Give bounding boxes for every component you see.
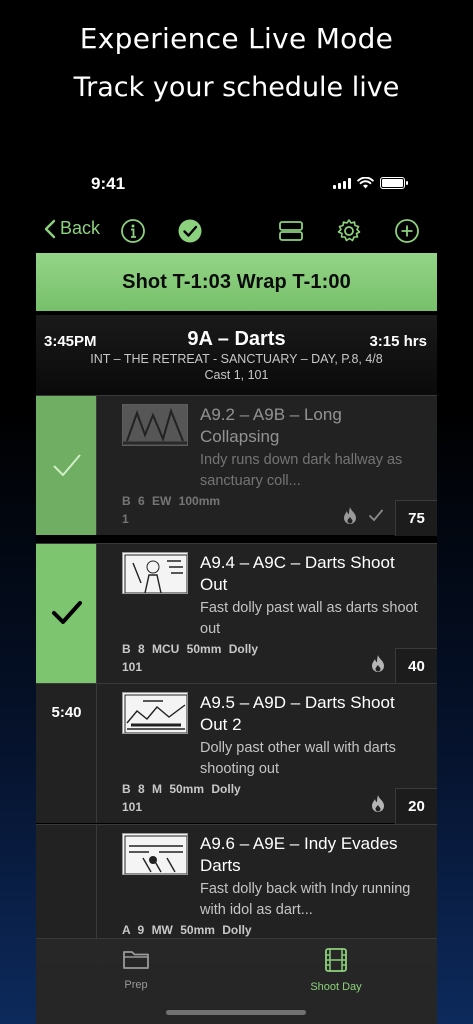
shot-description: Dolly past other wall with darts shootin… — [200, 740, 396, 777]
scene-description: INT – THE RETREAT - SANCTUARY – DAY, P.8… — [90, 352, 383, 366]
checkmark-icon — [52, 601, 82, 624]
flame-icon[interactable] — [370, 654, 386, 673]
storyboard-thumbnail[interactable] — [122, 692, 188, 734]
battery-icon — [380, 177, 408, 189]
folder-icon — [123, 951, 149, 969]
shot-count[interactable]: 75 — [395, 500, 437, 536]
storyboard-thumbnail[interactable] — [122, 552, 188, 594]
chevron-left-icon — [44, 219, 56, 238]
phone-screen: 9:41 Back Shot T-1:03 Wrap T-1:00 3:45PM… — [36, 160, 437, 1024]
shot-row[interactable]: A9.4 – A9C – Darts Shoot Out Fast dolly … — [36, 543, 437, 684]
checkmark-icon[interactable] — [368, 508, 384, 522]
shot-row[interactable]: A9.2 – A9B – Long Collapsing Indy runs d… — [36, 395, 437, 536]
shot-description: Fast dolly back with Indy running with i… — [200, 881, 411, 918]
shot-status-cell[interactable] — [36, 396, 97, 535]
tab-prep[interactable]: Prep — [86, 947, 186, 991]
checkmark-outline-icon — [53, 454, 81, 476]
scene-header[interactable]: 3:45PM 9A – Darts 3:15 hrs INT – THE RET… — [36, 315, 437, 395]
flame-icon[interactable] — [342, 506, 358, 525]
shot-title: A9.6 – A9E – Indy Evades Darts — [200, 834, 398, 875]
storyboard-thumbnail[interactable] — [122, 404, 188, 446]
shot-status-cell[interactable] — [36, 544, 97, 683]
status-bar: 9:41 — [36, 160, 437, 210]
shot-title: A9.2 – A9B – Long Collapsing — [200, 405, 342, 446]
status-icons — [333, 177, 408, 189]
wifi-icon — [357, 177, 374, 189]
shot-count[interactable]: 40 — [395, 648, 437, 684]
shot-specs: B 8 MCU 50mm Dolly — [122, 642, 259, 656]
live-timer-banner[interactable]: Shot T-1:03 Wrap T-1:00 — [36, 253, 437, 311]
plus-circle-icon[interactable] — [394, 218, 420, 244]
shot-count[interactable]: 20 — [395, 788, 437, 824]
scene-duration: 3:15 hrs — [369, 333, 427, 350]
layout-rows-icon[interactable] — [278, 218, 304, 244]
shot-row[interactable]: 5:40 A9.5 – A9D – Darts Shoot Out 2 Doll… — [36, 683, 437, 824]
shot-time: 5:40 — [51, 704, 82, 721]
shot-description: Indy runs down dark hallway as sanctuary… — [200, 452, 403, 489]
shot-status-cell[interactable]: 5:40 — [36, 684, 97, 823]
tab-label: Shoot Day — [310, 981, 362, 993]
shot-title: A9.4 – A9C – Darts Shoot Out — [200, 553, 395, 594]
checkmark-circle-icon[interactable] — [177, 218, 203, 244]
back-label: Back — [60, 218, 101, 238]
shot-cast: 101 — [122, 660, 143, 674]
tab-label: Prep — [124, 979, 148, 991]
storyboard-thumbnail[interactable] — [122, 833, 188, 875]
info-icon[interactable] — [120, 218, 146, 244]
film-icon — [325, 948, 347, 972]
shot-title: A9.5 – A9D – Darts Shoot Out 2 — [200, 693, 395, 734]
shot-specs: A 9 MW 50mm Dolly — [122, 923, 252, 937]
shot-cast: 101 — [122, 800, 143, 814]
flame-icon[interactable] — [370, 794, 386, 813]
scene-cast: Cast 1, 101 — [204, 368, 269, 382]
shot-specs: B 8 M 50mm Dolly — [122, 782, 241, 796]
promo-subtitle: Track your schedule live — [73, 72, 400, 103]
shot-specs: B 6 EW 100mm — [122, 494, 221, 508]
gear-icon[interactable] — [336, 218, 362, 244]
toolbar: Back — [36, 214, 437, 250]
tab-shoot-day[interactable]: Shoot Day — [286, 947, 386, 993]
shot-description: Fast dolly past wall as darts shoot out — [200, 600, 418, 637]
cellular-signal-icon — [333, 177, 351, 189]
home-indicator — [166, 1010, 306, 1015]
status-time: 9:41 — [91, 174, 126, 193]
shot-cast: 1 — [122, 512, 129, 526]
promo-title: Experience Live Mode — [79, 22, 394, 55]
back-button[interactable]: Back — [44, 218, 100, 239]
